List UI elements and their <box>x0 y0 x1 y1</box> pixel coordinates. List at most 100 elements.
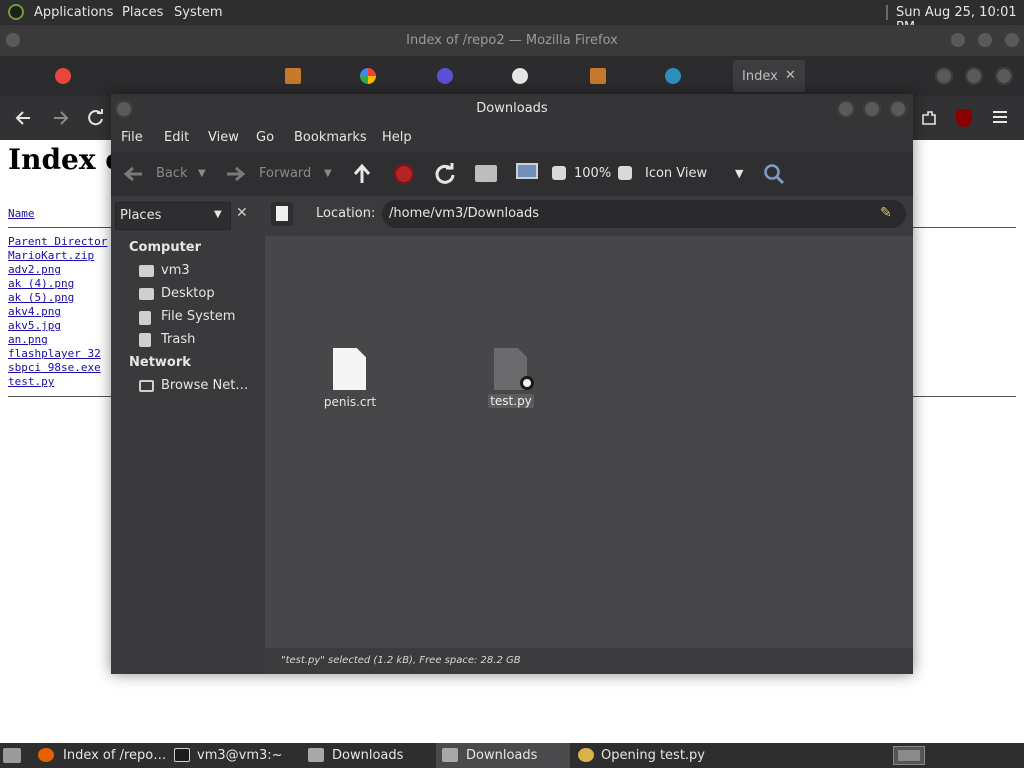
top-panel: Applications Places System Sun Aug 25, 1… <box>0 0 1024 35</box>
directory-entry[interactable]: Parent Director <box>8 235 107 248</box>
close-icon[interactable] <box>1003 31 1021 49</box>
fm-window-title: Downloads <box>476 101 548 116</box>
directory-entry[interactable]: MarioKart.zip <box>8 249 94 262</box>
forward-button[interactable]: Forward <box>259 166 311 181</box>
taskbar-item-downloads-active[interactable]: Downloads <box>436 743 570 768</box>
directory-entry[interactable]: akv5.jpg <box>8 319 61 332</box>
busy-cursor-icon <box>520 376 534 390</box>
workspace-switcher[interactable] <box>893 746 925 765</box>
file-item-selected[interactable]: test.py <box>476 346 546 416</box>
edit-location-icon[interactable] <box>271 202 293 226</box>
view-mode-dropdown-icon[interactable]: ▼ <box>735 167 743 180</box>
menu-file[interactable]: File <box>121 130 143 145</box>
file-item[interactable]: penis.crt <box>315 346 385 416</box>
forward-arrow-icon[interactable] <box>225 164 247 184</box>
show-desktop-icon[interactable] <box>3 748 21 763</box>
reload-icon[interactable] <box>434 163 456 185</box>
file-manager-window: Downloads File Edit View Go Bookmarks He… <box>111 94 913 674</box>
sidebar-pane-label: Places <box>120 208 162 223</box>
computer-icon[interactable] <box>516 163 538 179</box>
sidebar-pane-select[interactable]: Places ▼ <box>115 202 231 230</box>
clear-location-icon[interactable]: ✎ <box>880 205 892 221</box>
taskbar-item-downloads[interactable]: Downloads <box>302 743 434 768</box>
up-arrow-icon[interactable] <box>352 163 372 185</box>
directory-entry[interactable]: ak (5).png <box>8 291 74 304</box>
close-sidebar-icon[interactable]: ✕ <box>236 205 248 221</box>
maximize-icon[interactable] <box>976 31 994 49</box>
sidebar-item-vm3[interactable]: vm3 <box>161 263 190 278</box>
terminal-icon <box>174 748 190 762</box>
web-tab-icon[interactable] <box>665 68 681 84</box>
fm-titlebar[interactable]: Downloads <box>111 94 913 124</box>
applications-menu[interactable]: Applications <box>34 5 113 20</box>
forward-arrow-icon[interactable] <box>52 110 70 126</box>
chrome-tab-icon[interactable] <box>55 68 71 84</box>
places-menu[interactable]: Places <box>122 5 163 20</box>
doc-tab-icon[interactable] <box>285 68 301 84</box>
directory-entry[interactable]: test.py <box>8 375 54 388</box>
close-icon[interactable] <box>889 100 907 118</box>
hamburger-menu-icon[interactable] <box>992 110 1008 124</box>
sidebar-item-trash[interactable]: Trash <box>161 332 195 347</box>
back-arrow-icon[interactable] <box>122 164 144 184</box>
directory-entry[interactable]: sbpci 98se.exe <box>8 361 101 374</box>
forward-history-icon[interactable]: ▼ <box>324 168 332 179</box>
search-icon[interactable] <box>763 163 785 185</box>
extensions-icon[interactable] <box>920 109 938 127</box>
desktop-folder-icon <box>139 288 154 300</box>
fm-main-pane: Location: /home/vm3/Downloads ✎ penis.cr… <box>265 196 913 674</box>
maximize-icon[interactable] <box>863 100 881 118</box>
directory-entry[interactable]: ak (4).png <box>8 277 74 290</box>
network-icon <box>139 380 154 392</box>
menu-go[interactable]: Go <box>256 130 274 145</box>
sidebar-item-browse-network[interactable]: Browse Net… <box>161 378 248 393</box>
list-tabs-icon[interactable] <box>935 67 953 85</box>
taskbar-label: Downloads <box>466 748 538 763</box>
column-name-link[interactable]: Name <box>8 207 35 220</box>
taskbar-label: Index of /repo… <box>63 748 167 763</box>
taskbar-label: Downloads <box>332 748 404 763</box>
directory-entry[interactable]: flashplayer 32 <box>8 347 101 360</box>
sidebar-item-file-system[interactable]: File System <box>161 309 235 324</box>
back-arrow-icon[interactable] <box>14 110 32 126</box>
directory-entry[interactable]: adv2.png <box>8 263 61 276</box>
ublock-icon[interactable] <box>956 109 972 127</box>
taskbar-item-firefox[interactable]: Index of /repo… <box>32 743 166 768</box>
sidebar-item-desktop[interactable]: Desktop <box>161 286 215 301</box>
search-tab-icon[interactable] <box>437 68 453 84</box>
reload-icon[interactable] <box>87 109 105 127</box>
directory-entry[interactable]: akv4.png <box>8 305 61 318</box>
sidebar-header-computer: Computer <box>129 240 202 255</box>
doc-tab-icon-2[interactable] <box>590 68 606 84</box>
taskbar-item-terminal[interactable]: vm3@vm3:~ <box>168 743 300 768</box>
firefox-tab-strip: Index ✕ <box>0 56 1024 96</box>
back-history-icon[interactable]: ▼ <box>198 168 206 179</box>
taskbar-item-opening[interactable]: Opening test.py <box>572 743 722 768</box>
zoom-in-icon[interactable] <box>618 166 632 180</box>
minimize-icon[interactable] <box>837 100 855 118</box>
menu-view[interactable]: View <box>208 130 239 145</box>
tab-index[interactable]: Index ✕ <box>733 60 805 92</box>
firefox-titlebar[interactable]: Index of /repo2 — Mozilla Firefox <box>0 25 1024 56</box>
tab-extra-icon-2[interactable] <box>995 67 1013 85</box>
status-text: "test.py" selected (1.2 kB), Free space:… <box>281 655 521 666</box>
trash-icon <box>139 333 151 347</box>
system-menu[interactable]: System <box>174 5 222 20</box>
home-folder-icon[interactable] <box>475 165 497 182</box>
google-tab-icon[interactable] <box>360 68 376 84</box>
tab-close-icon[interactable]: ✕ <box>785 68 796 83</box>
zoom-out-icon[interactable] <box>552 166 566 180</box>
window-menu-icon[interactable] <box>115 100 133 118</box>
menu-bookmarks[interactable]: Bookmarks <box>294 130 367 145</box>
directory-entry[interactable]: an.png <box>8 333 48 346</box>
location-input[interactable]: /home/vm3/Downloads ✎ <box>382 200 906 228</box>
tab-extra-icon[interactable] <box>965 67 983 85</box>
view-mode-select[interactable]: Icon View <box>645 166 707 181</box>
github-tab-icon[interactable] <box>512 68 528 84</box>
back-button[interactable]: Back <box>156 166 188 181</box>
menu-edit[interactable]: Edit <box>164 130 189 145</box>
menu-help[interactable]: Help <box>382 130 412 145</box>
stop-icon[interactable] <box>394 164 414 184</box>
minimize-icon[interactable] <box>949 31 967 49</box>
mate-logo-icon[interactable] <box>8 4 24 20</box>
